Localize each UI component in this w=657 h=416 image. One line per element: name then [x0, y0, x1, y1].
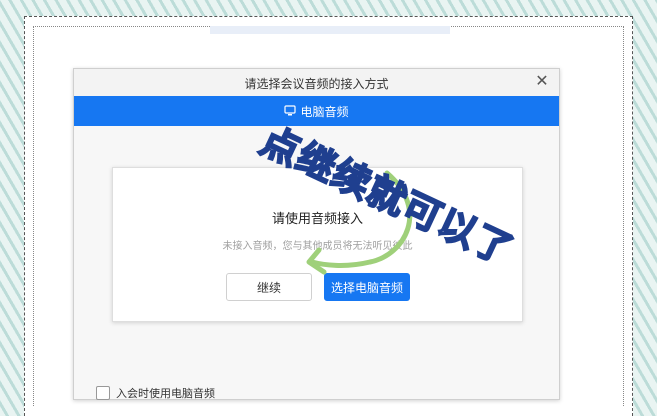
close-icon[interactable]: ✕	[533, 72, 551, 90]
card-description: 未接入音频，您与其他成员将无法听见彼此	[222, 241, 413, 252]
tab-computer-audio-label: 电脑音频	[300, 104, 349, 119]
card-title: 请使用音频接入	[271, 212, 363, 227]
audio-join-dialog: 请选择会议音频的接入方式 ✕ 电脑音频 请使用音频接入 未接入音频，您与其他成员…	[73, 68, 560, 400]
auto-join-label: 入会时使用电脑音频	[116, 387, 215, 400]
audio-card: 请使用音频接入 未接入音频，您与其他成员将无法听见彼此 继续 选择电脑音频	[112, 167, 523, 322]
computer-audio-icon	[284, 105, 297, 116]
select-computer-audio-button[interactable]: 选择电脑音频	[324, 273, 410, 301]
dialog-header: 请选择会议音频的接入方式 ✕	[74, 69, 559, 97]
continue-button[interactable]: 继续	[226, 273, 312, 301]
auto-join-checkbox[interactable]	[96, 386, 110, 400]
auto-join-row: 入会时使用电脑音频	[96, 385, 215, 401]
tab-computer-audio[interactable]: 电脑音频	[74, 96, 559, 126]
top-strip	[210, 26, 450, 34]
tab-bar: 电脑音频	[74, 96, 559, 126]
dialog-title: 请选择会议音频的接入方式	[244, 77, 389, 91]
